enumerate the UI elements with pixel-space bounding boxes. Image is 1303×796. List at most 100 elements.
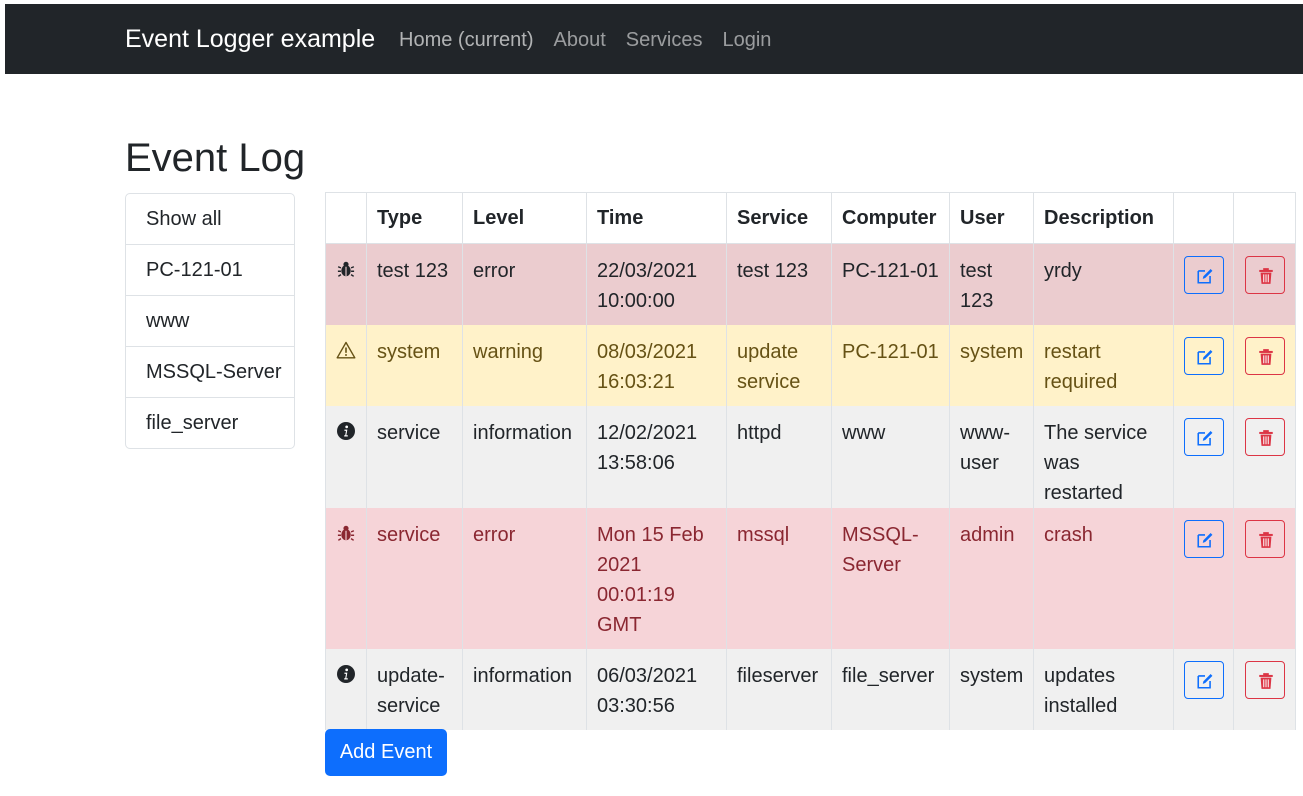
filter-www[interactable]: www: [126, 296, 294, 347]
header-level: Level: [462, 192, 587, 244]
filter-mssql-server[interactable]: MSSQL-Server: [126, 347, 294, 398]
cell-level: information: [462, 405, 587, 508]
info-icon: [337, 664, 355, 683]
info-icon: [337, 421, 355, 440]
edit-cell: [1173, 648, 1234, 730]
trash-icon: [1258, 348, 1273, 365]
navbar: Event Logger example Home (current) Abou…: [5, 4, 1303, 74]
cell-description: restart required: [1033, 324, 1174, 406]
cell-level: error: [462, 243, 587, 325]
edit-icon: [1196, 532, 1212, 548]
row-icon-cell: [325, 243, 367, 325]
trash-icon: [1258, 268, 1273, 284]
header-type: Type: [366, 192, 463, 244]
cell-computer: file_server: [831, 648, 950, 730]
filter-file-server[interactable]: file_server: [126, 398, 294, 448]
cell-computer: PC-121-01: [831, 324, 950, 406]
row-icon-cell: [325, 648, 367, 730]
cell-service: test 123: [726, 243, 832, 325]
nav-link-about[interactable]: About: [553, 29, 605, 52]
delete-button[interactable]: [1244, 519, 1285, 558]
edit-icon: [1196, 269, 1212, 284]
cell-time: 06/03/2021 03:30:56: [586, 648, 727, 730]
row-icon-cell: [325, 405, 367, 508]
cell-computer: www: [831, 405, 950, 508]
header-user: User: [949, 192, 1034, 244]
cell-computer: MSSQL-Server: [831, 507, 950, 649]
delete-button[interactable]: [1244, 660, 1285, 699]
cell-type: service: [366, 507, 463, 649]
row-icon-cell: [325, 324, 367, 406]
edit-icon: [1196, 673, 1212, 689]
delete-button[interactable]: [1244, 336, 1285, 375]
edit-button[interactable]: [1183, 417, 1224, 456]
edit-button[interactable]: [1183, 660, 1224, 699]
cell-computer: PC-121-01: [831, 243, 950, 325]
table-row: system warning 08/03/2021 16:03:21 updat…: [325, 324, 1296, 406]
cell-description: crash: [1033, 507, 1174, 649]
cell-description: updates installed: [1033, 648, 1174, 730]
cell-description: The service was restarted: [1033, 405, 1174, 508]
cell-user: admin: [949, 507, 1034, 649]
cell-user: www-user: [949, 405, 1034, 508]
header-computer: Computer: [831, 192, 950, 244]
cell-user: system: [949, 648, 1034, 730]
event-table-wrapper: Type Level Time Service Computer User De…: [325, 192, 1296, 730]
edit-button[interactable]: [1183, 256, 1224, 294]
trash-icon: [1258, 672, 1273, 689]
edit-button[interactable]: [1183, 519, 1224, 558]
cell-service: httpd: [726, 405, 832, 508]
filter-pc-121-01[interactable]: PC-121-01: [126, 245, 294, 296]
edit-icon: [1196, 349, 1212, 365]
cell-description: yrdy: [1033, 243, 1174, 325]
cell-type: update-service: [366, 648, 463, 730]
event-table: Type Level Time Service Computer User De…: [325, 192, 1296, 730]
cell-service: fileserver: [726, 648, 832, 730]
nav-link-services[interactable]: Services: [626, 29, 703, 52]
table-row: test 123 error 22/03/2021 10:00:00 test …: [325, 243, 1296, 325]
table-row: update-service information 06/03/2021 03…: [325, 648, 1296, 730]
table-row: service error Mon 15 Feb 2021 00:01:19 G…: [325, 507, 1296, 649]
filter-show-all[interactable]: Show all: [126, 194, 294, 245]
nav-link-login[interactable]: Login: [722, 29, 771, 52]
delete-button[interactable]: [1244, 256, 1285, 294]
cell-level: information: [462, 648, 587, 730]
nav-link-home[interactable]: Home (current): [399, 29, 533, 52]
add-event-button[interactable]: Add Event: [325, 729, 447, 776]
cell-user: test 123: [949, 243, 1034, 325]
row-icon-cell: [325, 507, 367, 649]
cell-type: service: [366, 405, 463, 508]
table-row: service information 12/02/2021 13:58:06 …: [325, 405, 1296, 508]
cell-user: system: [949, 324, 1034, 406]
edit-cell: [1173, 243, 1234, 325]
header-service: Service: [726, 192, 832, 244]
cell-time: 22/03/2021 10:00:00: [586, 243, 727, 325]
cell-level: error: [462, 507, 587, 649]
table-header-row: Type Level Time Service Computer User De…: [325, 192, 1296, 244]
header-time: Time: [586, 192, 727, 244]
nav-links: Home (current) About Services Login: [399, 29, 791, 52]
delete-button[interactable]: [1244, 417, 1285, 456]
edit-cell: [1173, 507, 1234, 649]
header-delete: [1233, 192, 1296, 244]
edit-button[interactable]: [1183, 336, 1224, 375]
cell-service: mssql: [726, 507, 832, 649]
computer-filter-list: Show all PC-121-01 www MSSQL-Server file…: [125, 193, 295, 449]
page-title: Event Log: [125, 136, 306, 180]
header-description: Description: [1033, 192, 1174, 244]
warning-icon: [336, 341, 356, 358]
navbar-brand[interactable]: Event Logger example: [125, 25, 375, 54]
cell-type: test 123: [366, 243, 463, 325]
bug-icon: [337, 261, 355, 277]
delete-cell: [1233, 243, 1296, 325]
trash-icon: [1258, 429, 1273, 446]
delete-cell: [1233, 648, 1296, 730]
cell-time: 12/02/2021 13:58:06: [586, 405, 727, 508]
header-edit: [1173, 192, 1234, 244]
delete-cell: [1233, 324, 1296, 406]
cell-service: update service: [726, 324, 832, 406]
delete-cell: [1233, 405, 1296, 508]
header-icon: [325, 192, 367, 244]
edit-icon: [1196, 430, 1212, 446]
cell-type: system: [366, 324, 463, 406]
